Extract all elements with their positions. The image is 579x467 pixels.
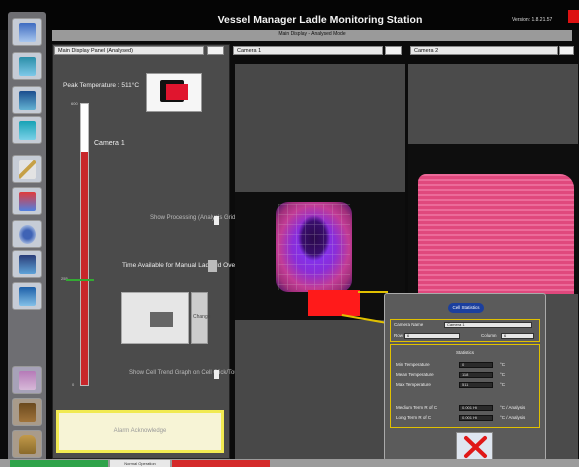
max-temp-value: 511 [459, 382, 493, 388]
thermal-map-icon [19, 192, 36, 211]
calibration-button[interactable] [12, 155, 42, 183]
app-title: Vessel Manager Ladle Monitoring Station [217, 14, 423, 26]
company-logo [568, 10, 579, 23]
mean-temp-value: 118 [459, 372, 493, 378]
settings-button[interactable] [12, 220, 42, 248]
settings-gears-icon [19, 225, 36, 244]
cell-statistics-header: Cell Statistics [448, 303, 484, 313]
lock-icon [19, 435, 36, 454]
camera-2-thermal-image[interactable] [418, 174, 574, 294]
show-trend-label: Show Cell Trend Graph on Cell Click/Touc… [129, 370, 245, 376]
gauge-camera-label: Camera 1 [94, 140, 125, 147]
camera-2-title: Camera 2 [410, 46, 558, 55]
thermal-map-button[interactable] [12, 187, 42, 215]
camera-panel-button[interactable] [12, 86, 42, 114]
statistics-heading: Statistics [455, 350, 474, 355]
close-dialog-button[interactable] [456, 432, 493, 460]
row-label: Row [394, 333, 404, 338]
left-toolbar [8, 12, 46, 464]
gauge-tick-top: 600 [71, 101, 78, 106]
show-trend-checkbox[interactable] [214, 370, 219, 379]
change-label: Change [193, 314, 211, 320]
ladle-history-button[interactable] [12, 52, 42, 80]
ladle-view-button[interactable] [12, 18, 42, 46]
min-temp-unit: °C [500, 362, 506, 367]
camera-panel-icon [19, 91, 36, 110]
main-panel-menu-button[interactable] [207, 46, 224, 55]
status-green [10, 460, 108, 467]
gauge-empty [81, 104, 88, 152]
override-toggle[interactable] [208, 260, 217, 272]
column-field: 6 [501, 333, 534, 339]
calibration-icon [19, 160, 36, 179]
camera-name-field: Camera 1 [444, 322, 532, 328]
max-temp-label: Max Temperature [396, 382, 431, 387]
vessel-icon [19, 121, 36, 140]
subheader-label: Main Display - Analysed Mode [278, 31, 346, 37]
main-panel-title: Main Display Panel (Analysed) [54, 46, 204, 55]
status-red [172, 460, 270, 467]
long-term-label: Long Term R of C [396, 415, 432, 420]
main-display-panel [52, 44, 230, 459]
exit-button[interactable] [12, 398, 42, 426]
close-icon [464, 436, 487, 458]
status-normal-operation: Normal Operation [110, 460, 170, 467]
peak-temperature: Peak Temperature : 511°C [63, 82, 140, 89]
mean-temp-unit: °C [500, 372, 506, 377]
min-temp-label: Min Temperature [396, 362, 430, 367]
alarm-log-button[interactable] [12, 366, 42, 394]
callout-line-top [358, 291, 388, 293]
min-temp-value: 0 [459, 362, 493, 368]
selected-cell-hotspot[interactable] [308, 290, 360, 316]
mean-temp-label: Mean Temperature [396, 372, 434, 377]
exit-icon [19, 403, 36, 422]
medium-term-label: Medium Term R of C [396, 405, 438, 410]
display-button[interactable] [12, 250, 42, 278]
gauge-fill [81, 152, 88, 385]
row-field: 6 [404, 333, 460, 339]
alarm-acknowledge-label: Alarm Acknowledge [113, 428, 167, 434]
show-grid-checkbox[interactable] [214, 216, 219, 225]
gauge-marker [66, 279, 94, 281]
lock-button[interactable] [12, 430, 42, 458]
long-term-unit: °C / Analysis [500, 415, 526, 420]
camera-2-menu-button[interactable] [559, 46, 574, 55]
version-label: Version: 1.8.21.57 [512, 17, 553, 23]
display-icon [19, 255, 36, 274]
long-term-value: 0.001 Hi [459, 415, 493, 421]
report-button[interactable] [12, 282, 42, 310]
vessel-button[interactable] [12, 116, 42, 144]
show-grid-label: Show Processing (Analysis Grid) [150, 215, 238, 221]
camera-1-title: Camera 1 [233, 46, 383, 55]
ladle-history-icon [19, 57, 36, 76]
ladle-view-icon [19, 23, 36, 42]
gauge-tick-bottom: 0 [72, 382, 75, 387]
report-icon [19, 287, 36, 306]
column-label: Column [481, 333, 497, 338]
max-temp-unit: °C [500, 382, 506, 387]
analysis-grid [278, 204, 350, 290]
camera-1-menu-button[interactable] [385, 46, 402, 55]
camera-name-label: Camera Name [394, 322, 424, 327]
ladle-arrow-icon [166, 84, 188, 100]
medium-term-value: 0.001 Hi [459, 405, 493, 411]
ladle-id-image [150, 312, 173, 327]
medium-term-unit: °C / Analysis [500, 405, 526, 410]
alarm-log-icon [19, 371, 36, 390]
